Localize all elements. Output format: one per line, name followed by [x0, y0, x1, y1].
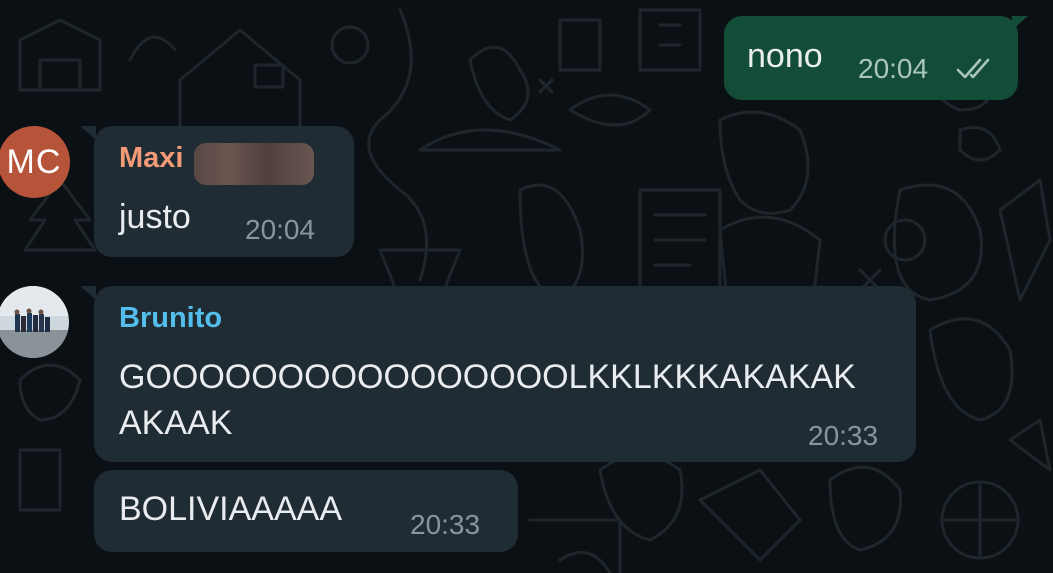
- message-timestamp: 20:33: [808, 420, 879, 451]
- avatar[interactable]: MC: [0, 126, 70, 198]
- incoming-bubble-tail: [80, 286, 96, 300]
- incoming-message-bubble[interactable]: Brunito GOOOOOOOOOOOOOOOOLKKLKKKAKAKAK A…: [94, 286, 916, 462]
- photo-thumbnail: [0, 286, 69, 358]
- chat-message-list: nono 20:04 MC Maxi justo 20:04 Brunito G…: [0, 0, 1053, 573]
- message-text-line-1: GOOOOOOOOOOOOOOOOLKKLKKKAKAKAK: [119, 358, 856, 396]
- message-text-line-2: AKAAK: [119, 404, 233, 442]
- outgoing-bubble-tail: [1012, 16, 1028, 30]
- incoming-message-bubble[interactable]: BOLIVIAAAAA 20:33: [94, 470, 518, 552]
- incoming-bubble-tail: [80, 126, 96, 140]
- outgoing-message-bubble[interactable]: nono 20:04: [724, 16, 1018, 100]
- message-timestamp: 20:04: [858, 53, 929, 84]
- message-timestamp: 20:33: [410, 509, 481, 540]
- sender-name: Maxi: [119, 142, 184, 174]
- message-text: nono: [747, 37, 823, 75]
- message-timestamp: 20:04: [245, 214, 316, 245]
- group-photo-avatar[interactable]: [0, 286, 69, 358]
- sender-name: Brunito: [119, 302, 223, 334]
- avatar-initials: MC: [6, 142, 62, 181]
- double-check-icon: [956, 58, 990, 79]
- message-text: BOLIVIAAAAA: [119, 490, 342, 528]
- redacted-name-blur: [194, 143, 314, 185]
- message-text: justo: [119, 198, 191, 236]
- incoming-message-bubble[interactable]: Maxi justo 20:04: [94, 126, 354, 257]
